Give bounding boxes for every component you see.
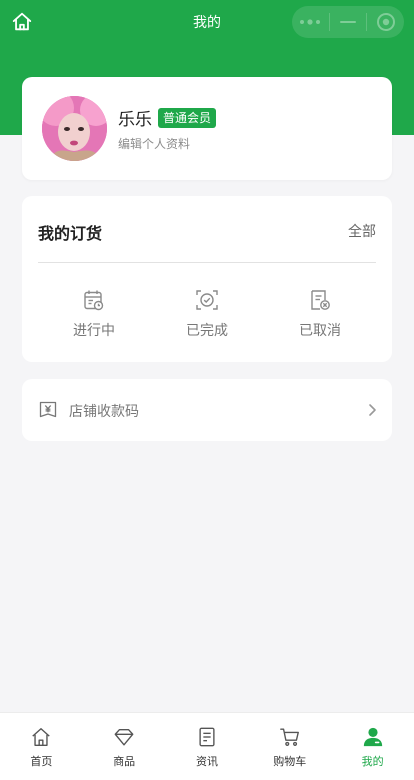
tab-cart[interactable]: 购物车	[248, 713, 331, 780]
minimize-button[interactable]	[330, 6, 367, 38]
order-status-label: 进行中	[73, 323, 115, 339]
order-status-cancelled[interactable]: 已取消	[270, 288, 370, 340]
more-icon	[300, 19, 321, 25]
tab-label: 我的	[361, 755, 384, 768]
avatar[interactable]	[42, 96, 107, 161]
diamond-icon	[114, 728, 134, 746]
order-status-completed[interactable]: 已完成	[157, 288, 257, 340]
calendar-clock-icon	[84, 290, 104, 311]
order-status-in-progress[interactable]: 进行中	[44, 288, 144, 340]
user-name: 乐乐	[118, 110, 152, 129]
store-payment-code-label: 店铺收款码	[69, 404, 139, 420]
edit-profile-link[interactable]: 编辑个人资料	[118, 135, 190, 152]
orders-divider	[38, 262, 376, 263]
document-cancel-icon	[311, 290, 330, 310]
top-navigation-bar: 我的	[0, 0, 414, 44]
tab-home[interactable]: 首页	[0, 713, 83, 780]
tab-products[interactable]: 商品	[83, 713, 166, 780]
tab-label: 首页	[30, 755, 53, 768]
yen-tag-icon	[39, 401, 57, 418]
tab-label: 商品	[113, 755, 136, 768]
orders-section-title: 我的订货	[38, 224, 103, 243]
order-status-label: 已完成	[186, 323, 228, 339]
mini-program-capsule	[292, 6, 404, 38]
order-status-label: 已取消	[299, 323, 341, 339]
tab-news[interactable]: 资讯	[166, 713, 249, 780]
orders-view-all-link[interactable]: 全部	[348, 221, 376, 241]
home-outline-icon	[32, 728, 51, 746]
bottom-tab-bar: 首页 商品 资讯 购物车 我的	[0, 712, 414, 780]
my-orders-card: 我的订货 全部 进行中 已完成 已取消	[22, 196, 392, 362]
cart-icon	[279, 728, 299, 746]
user-avatar	[42, 96, 107, 161]
tab-label: 购物车	[273, 755, 307, 768]
mine-page: 我的 乐乐 普通会员 编辑个人资料 我的订货 全部 进行中 已完成 已取消 店铺…	[0, 0, 414, 780]
chevron-right-icon	[369, 404, 376, 416]
close-button[interactable]	[367, 6, 404, 38]
close-circle-icon	[376, 13, 395, 31]
profile-card: 乐乐 普通会员 编辑个人资料	[22, 77, 392, 180]
scan-check-icon	[196, 290, 218, 310]
person-filled-icon	[363, 727, 382, 747]
news-document-icon	[199, 727, 215, 747]
tab-label: 资讯	[195, 755, 218, 768]
minimize-icon	[340, 21, 356, 23]
more-button[interactable]	[292, 6, 329, 38]
member-level-badge: 普通会员	[158, 107, 217, 128]
tab-mine[interactable]: 我的	[331, 713, 414, 780]
name-row: 乐乐 普通会员	[118, 105, 217, 130]
store-payment-code-row[interactable]: 店铺收款码	[22, 379, 392, 441]
